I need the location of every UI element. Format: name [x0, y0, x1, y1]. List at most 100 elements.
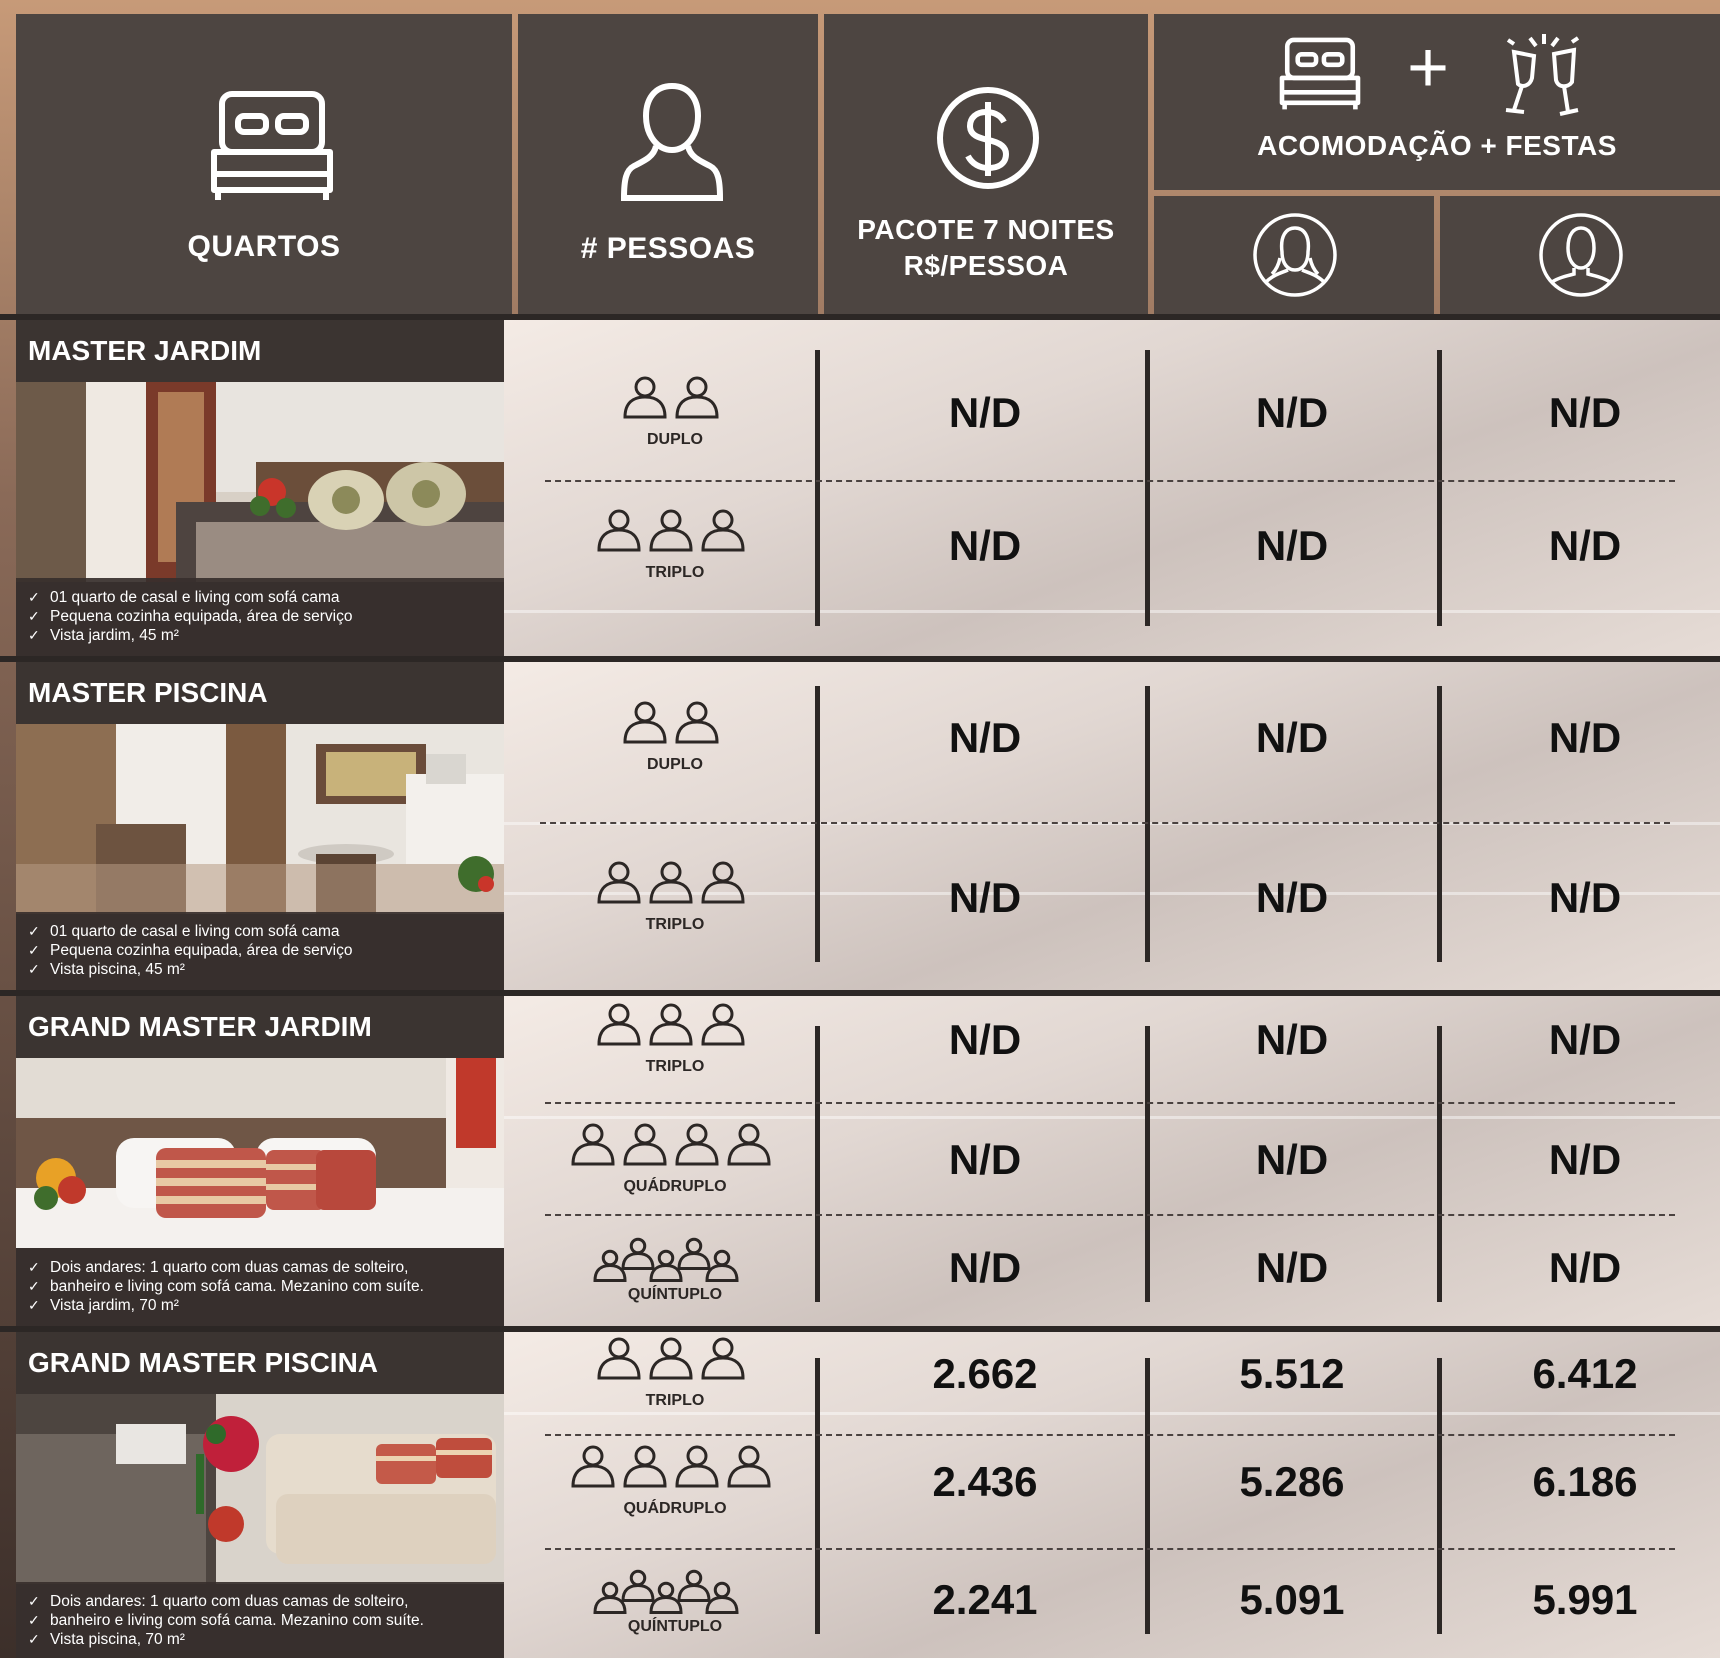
people-group-icon: [597, 509, 745, 552]
people-group-icon: [571, 1445, 771, 1488]
room-title: MASTER PISCINA: [16, 662, 512, 724]
price-female: N/D: [1255, 1136, 1329, 1183]
room-feature: Vista jardim, 70 m²: [28, 1296, 512, 1315]
occupancy-triplo: TRIPLO: [565, 502, 785, 582]
price-male: N/D: [1548, 1244, 1622, 1291]
price-package: 2.436: [932, 1458, 1038, 1505]
header-people: # PESSOAS: [518, 14, 818, 314]
people-group-icon: [623, 376, 719, 419]
occupancy-triplo: TRIPLO: [565, 996, 785, 1076]
price-male: N/D: [1548, 522, 1622, 569]
subrow-separator: [545, 480, 1675, 482]
column-separator: [815, 686, 820, 962]
bed-icon: [1279, 37, 1361, 110]
header-people-label: # PESSOAS: [580, 232, 756, 265]
room-grand-master-piscina: GRAND MASTER PISCINA Dois andares: 1 qua…: [16, 1332, 512, 1658]
room-feature: Dois andares: 1 quarto com duas camas de…: [28, 1592, 512, 1611]
occupancy-triplo: TRIPLO: [565, 854, 785, 934]
column-separator: [1145, 686, 1150, 962]
header-package-label-2: R$/PESSOA: [903, 250, 1069, 281]
dollar-coin-icon: [937, 87, 1039, 189]
price-package: N/D: [948, 874, 1022, 921]
room-master-jardim: MASTER JARDIM 01 quarto de casal e livin…: [16, 320, 512, 656]
price-package: 2.241: [932, 1576, 1038, 1623]
room-title: GRAND MASTER JARDIM: [16, 996, 512, 1058]
price-female: N/D: [1255, 1016, 1329, 1063]
price-package: N/D: [948, 389, 1022, 436]
room-master-piscina: MASTER PISCINA 01 quarto de casal e livi…: [16, 662, 512, 990]
occupancy-duplo: DUPLO: [565, 694, 785, 774]
room-description: Dois andares: 1 quarto com duas camas de…: [16, 1248, 512, 1326]
people-group-icon: [623, 701, 719, 744]
room-title: GRAND MASTER PISCINA: [16, 1332, 512, 1394]
price-package: N/D: [948, 1136, 1022, 1183]
occupancy-label: QUÁDRUPLO: [623, 1500, 727, 1517]
occupancy-quádruplo: QUÁDRUPLO: [565, 1116, 785, 1196]
room-feature: 01 quarto de casal e living com sofá cam…: [28, 922, 512, 941]
price-female: 5.512: [1239, 1350, 1345, 1397]
room-feature: Pequena cozinha equipada, área de serviç…: [28, 607, 512, 626]
price-female: N/D: [1255, 389, 1329, 436]
occupancy-quádruplo: QUÁDRUPLO: [565, 1438, 785, 1518]
price-package: N/D: [948, 714, 1022, 761]
subrow-separator: [540, 822, 1670, 824]
room-title: MASTER JARDIM: [16, 320, 512, 382]
price-male: N/D: [1548, 714, 1622, 761]
price-package: 2.662: [932, 1350, 1038, 1397]
person-icon: [620, 82, 724, 201]
price-female: N/D: [1255, 874, 1329, 921]
room-photo-master-jardim: [16, 382, 512, 582]
occupancy-label: TRIPLO: [645, 1392, 705, 1409]
occupancy-label: TRIPLO: [645, 916, 705, 933]
male-avatar-icon: [1539, 213, 1623, 297]
price-package: N/D: [948, 522, 1022, 569]
price-male: 6.186: [1532, 1458, 1638, 1505]
column-separator: [1437, 350, 1442, 626]
room-photo-master-piscina: [16, 724, 512, 914]
room-feature: Vista piscina, 45 m²: [28, 960, 512, 979]
column-separator: [1437, 1358, 1442, 1634]
room-feature: Dois andares: 1 quarto com duas camas de…: [28, 1258, 512, 1277]
price-female: 5.286: [1239, 1458, 1345, 1505]
occupancy-triplo: TRIPLO: [565, 1330, 785, 1410]
people-group-icon: [593, 1237, 739, 1282]
bed-icon: [211, 91, 333, 200]
subrow-separator: [545, 1434, 1675, 1436]
room-photo-grand-master-jardim: [16, 1058, 512, 1248]
price-male: 5.991: [1532, 1576, 1638, 1623]
people-group-icon: [597, 1337, 745, 1380]
price-female: 5.091: [1239, 1576, 1345, 1623]
row-divider: [0, 990, 1720, 996]
row-divider: [0, 1326, 1720, 1332]
room-feature: Pequena cozinha equipada, área de serviç…: [28, 941, 512, 960]
price-male: N/D: [1548, 389, 1622, 436]
room-grand-master-jardim: GRAND MASTER JARDIM Dois andares: 1 quar…: [16, 996, 512, 1326]
column-separator: [815, 1358, 820, 1634]
row-divider: [0, 656, 1720, 662]
column-separator: [815, 350, 820, 626]
price-male: N/D: [1548, 1136, 1622, 1183]
column-separator: [1145, 1026, 1150, 1302]
subrow-separator: [545, 1214, 1675, 1216]
subrow-separator: [545, 1102, 1675, 1104]
header-female: [1154, 196, 1434, 314]
occupancy-duplo: DUPLO: [565, 369, 785, 449]
column-separator: [815, 1026, 820, 1302]
room-description: 01 quarto de casal e living com sofá cam…: [16, 912, 512, 990]
price-male: N/D: [1548, 1016, 1622, 1063]
header-package: PACOTE 7 NOITES R$/PESSOA: [824, 14, 1148, 314]
people-group-icon: [593, 1569, 739, 1614]
room-photo-grand-master-piscina: [16, 1394, 512, 1584]
room-feature: Vista jardim, 45 m²: [28, 626, 512, 645]
plus-sign: +: [1406, 28, 1450, 108]
header-male: [1440, 196, 1720, 314]
header-rooms: QUARTOS: [16, 14, 512, 314]
occupancy-quíntuplo: QUÍNTUPLO: [565, 1556, 785, 1636]
occupancy-label: DUPLO: [647, 431, 703, 448]
occupancy-label: QUÍNTUPLO: [627, 1618, 723, 1635]
room-description: Dois andares: 1 quarto com duas camas de…: [16, 1582, 512, 1658]
occupancy-label: TRIPLO: [645, 564, 705, 581]
price-package: N/D: [948, 1244, 1022, 1291]
header-combo: + ACOMODAÇÃO + FESTAS: [1154, 14, 1720, 190]
price-female: N/D: [1255, 522, 1329, 569]
